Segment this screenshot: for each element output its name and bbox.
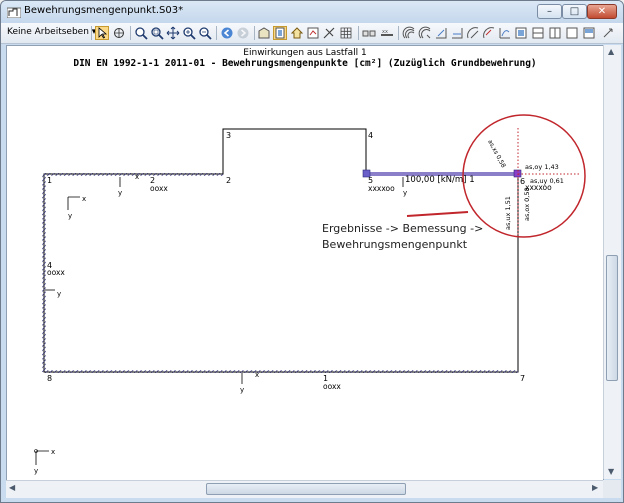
highlight-pointer xyxy=(406,211,469,217)
drawing-canvas[interactable]: Einwirkungen aus Lastfall 1 DIN EN 1992-… xyxy=(6,45,604,481)
member-icon[interactable]: xx xyxy=(380,26,394,40)
toolbar-separator xyxy=(398,26,399,40)
select-icon[interactable] xyxy=(112,26,126,40)
load-label: 100,00 [kN/m] 1 xyxy=(405,175,475,185)
svg-text:xx: xx xyxy=(382,29,388,35)
tb-icon-7[interactable] xyxy=(531,26,545,40)
node-label: 4 xyxy=(368,131,373,140)
scroll-right-icon[interactable]: ▶ xyxy=(592,483,598,492)
scroll-up-icon[interactable]: ▲ xyxy=(608,47,614,56)
axis-y-label: y xyxy=(403,189,407,197)
grid-icon[interactable] xyxy=(339,26,353,40)
home-icon[interactable] xyxy=(290,26,304,40)
tb-icon-10[interactable] xyxy=(582,26,596,40)
axis-x-label: x xyxy=(255,371,259,379)
structure-drawing: 1 2 2 3 4 5 6 7 8 1 4 ooxx xxxxoo xxxxoo… xyxy=(34,114,586,475)
axis-x-label: x xyxy=(82,195,86,203)
minimize-button[interactable]: – xyxy=(537,4,562,19)
layer-dropdown[interactable]: Keine Arbeitseben ▾ xyxy=(7,27,96,37)
global-axis-x-label: x xyxy=(51,448,55,456)
annotation-line-1: Ergebnisse -> Bemessung -> xyxy=(322,222,483,235)
toolbar-separator xyxy=(216,26,217,40)
window-title: Bewehrungsmengenpunkt.S03* xyxy=(24,5,184,16)
node-label: 2 xyxy=(226,176,231,185)
tb-icon-1[interactable] xyxy=(434,26,448,40)
axis-y-label: y xyxy=(57,290,61,298)
node-label: 3 xyxy=(226,131,231,140)
node-label: 8 xyxy=(47,374,52,383)
toolbar: Keine Arbeitseben ▾ xx xyxy=(1,23,623,44)
tb-icon-9[interactable] xyxy=(565,26,579,40)
zoom-in-icon[interactable] xyxy=(182,26,196,40)
value-as-ux: as,ux 1,51 xyxy=(504,196,512,230)
app-icon xyxy=(7,7,21,18)
value-as-xs: as,xs 0,58 xyxy=(486,139,507,170)
axis-y-label: y xyxy=(68,212,72,220)
forward-icon[interactable] xyxy=(236,26,250,40)
node-label: 7 xyxy=(520,374,525,383)
model-icon[interactable] xyxy=(257,26,271,40)
scrollbar-corner xyxy=(603,480,621,498)
title-bar[interactable]: Bewehrungsmengenpunkt.S03* – □ ✕ xyxy=(1,1,623,23)
value-as-ox: as,ox 0,58 xyxy=(523,187,531,221)
maximize-icon: □ xyxy=(569,6,580,17)
global-axis-symbol xyxy=(35,450,49,465)
member-label: ooxx xyxy=(323,382,341,391)
tb-icon-8[interactable] xyxy=(548,26,562,40)
zoom-icon[interactable] xyxy=(134,26,148,40)
support-left xyxy=(42,174,46,372)
axis-symbol-main xyxy=(67,196,80,210)
results-icon[interactable] xyxy=(306,26,320,40)
support-icon[interactable] xyxy=(402,26,416,40)
element-icon[interactable] xyxy=(362,26,376,40)
tb-icon-11[interactable] xyxy=(601,26,615,40)
member-label: xxxxoo xyxy=(368,184,395,193)
zoom-window-icon[interactable] xyxy=(150,26,164,40)
vertical-scrollbar[interactable]: ▲ ▼ xyxy=(603,45,621,479)
pan-icon[interactable] xyxy=(166,26,180,40)
support-bottom xyxy=(44,370,518,373)
axis-x-label: x xyxy=(135,173,139,181)
toolbar-separator xyxy=(91,26,92,40)
scroll-left-icon[interactable]: ◀ xyxy=(9,483,15,492)
support-top-left xyxy=(44,173,223,176)
maximize-button[interactable]: □ xyxy=(562,4,587,19)
zoom-out-icon[interactable] xyxy=(198,26,212,40)
node-label: 1 xyxy=(47,176,52,185)
tb-icon-3[interactable] xyxy=(466,26,480,40)
settings-icon[interactable] xyxy=(322,26,336,40)
value-as-uy: as,uy 0,61 xyxy=(530,177,564,185)
global-axis-y-label: y xyxy=(34,467,38,475)
close-button[interactable]: ✕ xyxy=(587,4,617,19)
member-label: ooxx xyxy=(150,184,168,193)
toolbar-separator xyxy=(358,26,359,40)
minimize-icon: – xyxy=(547,6,552,17)
back-icon[interactable] xyxy=(220,26,234,40)
close-icon: ✕ xyxy=(597,6,607,17)
tb-icon-2[interactable] xyxy=(450,26,464,40)
application-window: Bewehrungsmengenpunkt.S03* – □ ✕ Keine A… xyxy=(0,0,624,503)
tb-icon-5[interactable] xyxy=(498,26,512,40)
tb-icon-4[interactable] xyxy=(482,26,496,40)
annotation-line-2: Bewehrungsmengenpunkt xyxy=(322,238,468,251)
axis-y-label: y xyxy=(118,189,122,197)
vertical-scroll-thumb[interactable] xyxy=(606,255,618,381)
toolbar-separator xyxy=(130,26,131,40)
member-label: ooxx xyxy=(47,268,65,277)
horizontal-scrollbar[interactable]: ◀ ▶ xyxy=(6,480,603,498)
pointer-icon[interactable] xyxy=(95,26,109,40)
load-icon[interactable] xyxy=(418,26,432,40)
axis-y-label: y xyxy=(240,386,244,394)
tb-icon-6[interactable] xyxy=(514,26,528,40)
view-icon[interactable] xyxy=(273,26,287,40)
scroll-down-icon[interactable]: ▼ xyxy=(608,467,614,476)
toolbar-separator xyxy=(254,26,255,40)
horizontal-scroll-thumb[interactable] xyxy=(206,483,406,495)
value-as-oy: as,oy 1,43 xyxy=(525,163,559,171)
